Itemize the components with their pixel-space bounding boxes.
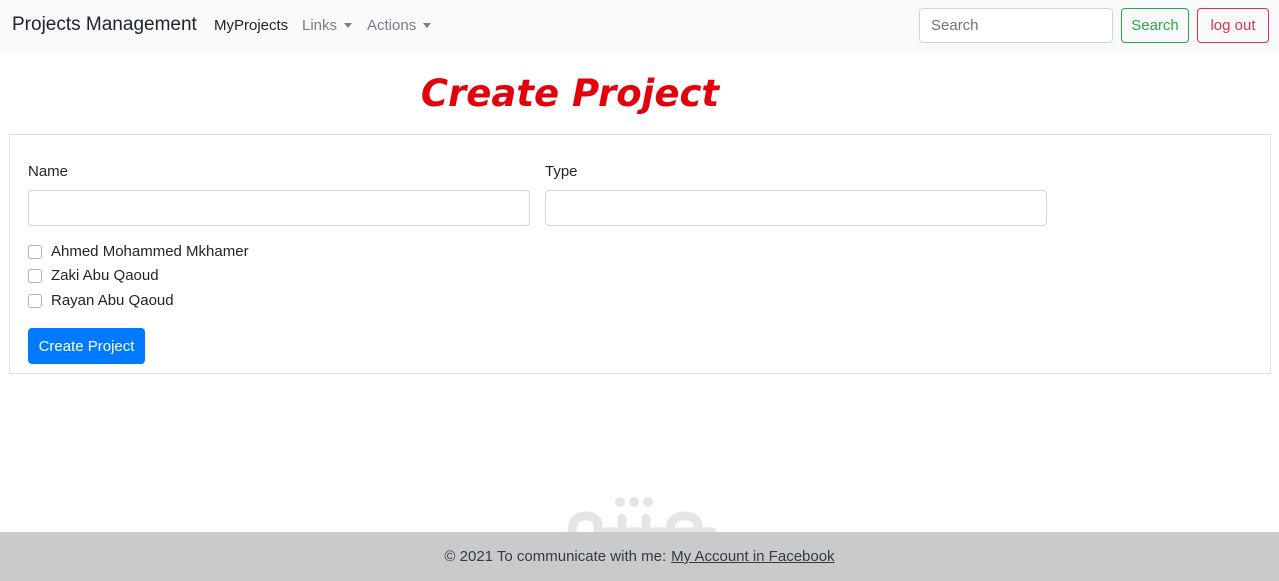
member-checkbox[interactable]	[28, 244, 42, 259]
facebook-link[interactable]: My Account in Facebook	[671, 548, 834, 565]
caret-down-icon	[344, 23, 353, 28]
create-project-form: Name Type Ahmed Mohammed Mkhamer Zaki Ab…	[9, 134, 1271, 374]
search-input[interactable]	[919, 8, 1113, 43]
name-input[interactable]	[28, 190, 530, 226]
page-title: Create Project	[420, 72, 720, 115]
type-input[interactable]	[545, 190, 1047, 226]
nav-dropdown-links[interactable]: Links	[302, 17, 353, 34]
nav-link-label: Links	[302, 17, 338, 34]
member-checkbox-row[interactable]: Rayan Abu Qaoud	[28, 292, 174, 309]
logout-button[interactable]: log out	[1197, 8, 1269, 43]
member-checkbox[interactable]	[28, 268, 42, 283]
caret-down-icon	[423, 23, 432, 28]
navbar: Projects Management MyProjects Links Act…	[0, 0, 1279, 52]
footer: © 2021 To communicate with me: My Accoun…	[0, 532, 1279, 581]
member-checkbox[interactable]	[28, 293, 42, 308]
search-button[interactable]: Search	[1121, 8, 1189, 43]
create-project-button[interactable]: Create Project	[28, 328, 145, 364]
member-checkbox-row[interactable]: Zaki Abu Qaoud	[28, 267, 159, 284]
member-name: Ahmed Mohammed Mkhamer	[51, 243, 249, 260]
name-label: Name	[28, 163, 69, 180]
member-checkbox-row[interactable]: Ahmed Mohammed Mkhamer	[28, 243, 249, 260]
member-name: Zaki Abu Qaoud	[51, 267, 159, 284]
type-label: Type	[545, 163, 578, 180]
footer-text: © 2021 To communicate with me:	[444, 548, 667, 565]
nav-link-label: MyProjects	[214, 17, 289, 34]
nav-link-label: Actions	[367, 17, 417, 34]
member-name: Rayan Abu Qaoud	[51, 292, 174, 309]
navbar-brand[interactable]: Projects Management	[12, 14, 197, 36]
nav-link-myprojects[interactable]: MyProjects	[214, 17, 288, 34]
nav-dropdown-actions[interactable]: Actions	[367, 17, 432, 34]
